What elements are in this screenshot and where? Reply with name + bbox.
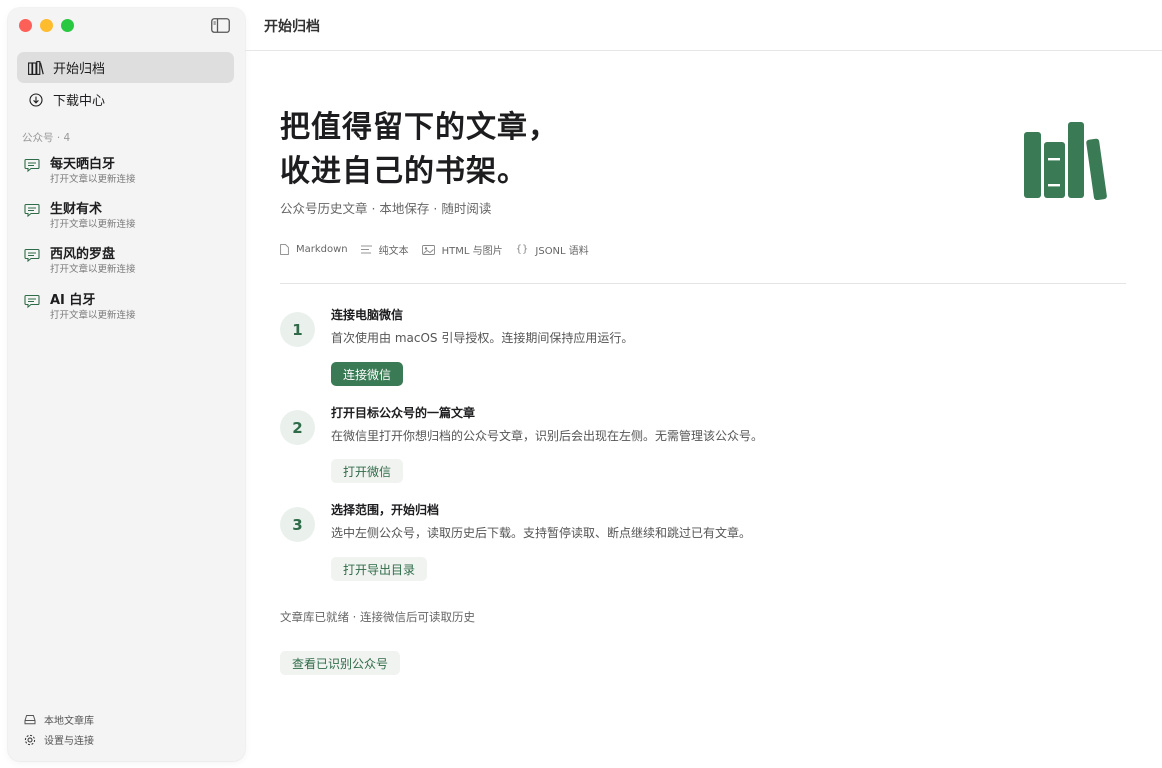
format-label: Markdown	[296, 244, 348, 255]
account-item[interactable]: AI 白牙 打开文章以更新连接	[22, 289, 232, 329]
account-name: 生财有术	[50, 202, 103, 217]
toolbar: 开始归档	[245, 0, 1162, 51]
hero-title: 把值得留下的文章， 收进自己的书架。	[280, 106, 559, 194]
account-item[interactable]: 生财有术 打开文章以更新连接	[22, 198, 232, 238]
format-label: JSONL 语料	[535, 246, 589, 257]
account-status: 打开文章以更新连接	[50, 310, 136, 321]
format-label: 纯文本	[378, 246, 409, 257]
account-status: 打开文章以更新连接	[50, 264, 136, 275]
hero-subtitle: 公众号历史文章 · 本地保存 · 随时阅读	[280, 201, 492, 216]
account-item[interactable]: 每天晒白牙 打开文章以更新连接	[22, 153, 232, 193]
step-description: 在微信里打开你想归档的公众号文章，识别后会出现在左侧。无需管理该公众号。	[331, 429, 764, 443]
chat-bubble-icon	[24, 157, 40, 173]
sidebar-item-download-center[interactable]: 下载中心	[17, 84, 234, 115]
zoom-window-button[interactable]	[61, 19, 74, 32]
step-number-badge: 1	[280, 312, 315, 347]
format-markdown: Markdown	[280, 244, 348, 255]
format-html: HTML 与图片	[421, 242, 503, 257]
local-library-label: 本地文章库	[44, 716, 94, 727]
hero-title-line: 收进自己的书架。	[280, 154, 528, 189]
sidebar-item-label: 下载中心	[53, 94, 106, 109]
chat-bubble-icon	[24, 293, 40, 309]
page-title: 开始归档	[264, 19, 320, 35]
books-icon	[28, 60, 44, 76]
accounts-section-label: 公众号 · 4	[22, 132, 71, 144]
open-export-folder-button[interactable]: 打开导出目录	[331, 557, 428, 581]
bookshelf-icon	[1024, 122, 1107, 200]
text-lines-icon	[360, 245, 372, 254]
local-library-link[interactable]: 本地文章库	[24, 712, 94, 727]
step-description: 首次使用由 macOS 引导授权。连接期间保持应用运行。	[331, 331, 634, 345]
view-accounts-button[interactable]: 查看已识别公众号	[280, 651, 401, 675]
divider	[280, 283, 1126, 284]
download-circle-icon	[28, 92, 44, 108]
sidebar-toggle-icon[interactable]	[211, 18, 230, 33]
sidebar-item-label: 开始归档	[53, 62, 106, 77]
sidebar-item-start-archive[interactable]: 开始归档	[17, 52, 234, 83]
step-number-badge: 3	[280, 507, 315, 542]
app-window: 开始归档 下载中心 公众号 · 4 每天晒白牙 打开文章以更新连接 生财有术 打…	[0, 0, 1162, 768]
account-name: AI 白牙	[50, 293, 96, 308]
account-item[interactable]: 西风的罗盘 打开文章以更新连接	[22, 243, 232, 283]
drive-icon	[24, 715, 36, 725]
format-jsonl: {} JSONL 语料	[516, 242, 589, 257]
settings-link[interactable]: 设置与连接	[24, 732, 94, 747]
export-formats: Markdown 纯文本 HTML 与图片 {} JSONL 语料	[280, 242, 602, 257]
chat-bubble-icon	[24, 202, 40, 218]
gear-icon	[24, 734, 36, 745]
account-status: 打开文章以更新连接	[50, 219, 136, 230]
chat-bubble-icon	[24, 247, 40, 263]
format-plaintext: 纯文本	[360, 242, 409, 257]
settings-label: 设置与连接	[44, 736, 94, 747]
hero-title-line: 把值得留下的文章，	[280, 110, 559, 145]
sidebar: 开始归档 下载中心 公众号 · 4 每天晒白牙 打开文章以更新连接 生财有术 打…	[8, 8, 245, 761]
step-title: 连接电脑微信	[331, 308, 404, 322]
connect-wechat-button[interactable]: 连接微信	[331, 362, 404, 386]
window-controls	[19, 19, 74, 32]
step-number-badge: 2	[280, 410, 315, 445]
open-wechat-button[interactable]: 打开微信	[331, 459, 404, 483]
image-icon	[421, 244, 435, 255]
step-description: 选中左侧公众号，读取历史后下载。支持暂停读取、断点继续和跳过已有文章。	[331, 526, 752, 540]
step-title: 选择范围，开始归档	[331, 503, 440, 517]
step-title: 打开目标公众号的一篇文章	[331, 406, 476, 420]
account-name: 西风的罗盘	[50, 247, 116, 262]
document-icon	[280, 244, 289, 255]
status-text: 文章库已就绪 · 连接微信后可读取历史	[280, 610, 475, 624]
account-status: 打开文章以更新连接	[50, 174, 136, 185]
close-window-button[interactable]	[19, 19, 32, 32]
braces-icon: {}	[515, 244, 529, 255]
account-name: 每天晒白牙	[50, 157, 116, 172]
minimize-window-button[interactable]	[40, 19, 53, 32]
format-label: HTML 与图片	[441, 246, 503, 257]
